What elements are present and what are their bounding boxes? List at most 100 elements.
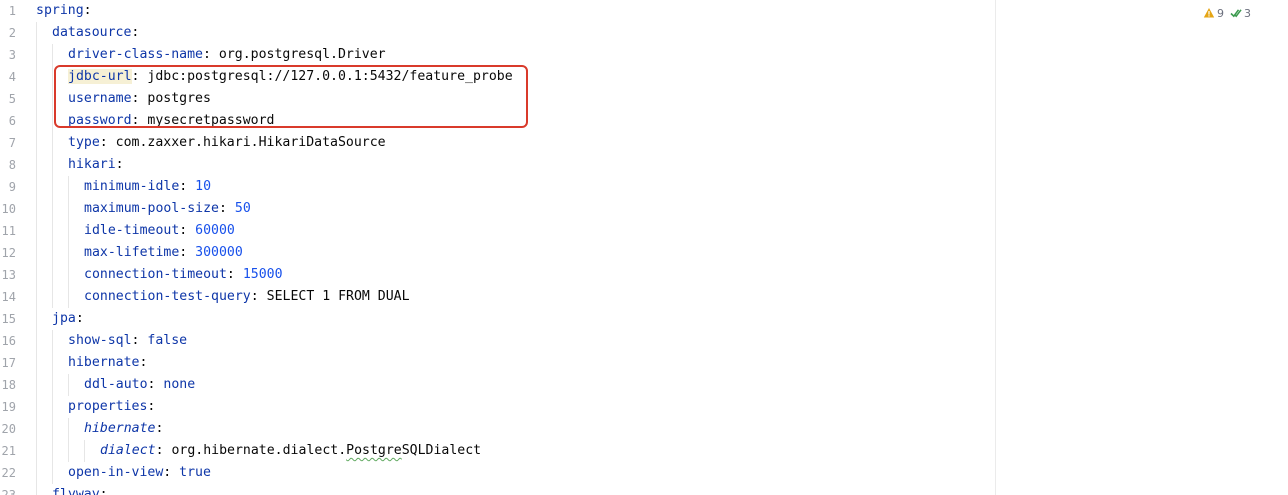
code-line[interactable]: 3 driver-class-name: org.postgresql.Drive… xyxy=(0,44,1288,66)
indent-guide xyxy=(52,88,53,110)
line-number: 14 xyxy=(1,290,16,304)
line-content[interactable]: minimum-idle: 10 xyxy=(84,176,211,198)
line-content[interactable]: type: com.zaxxer.hikari.HikariDataSource xyxy=(68,132,386,154)
line-number: 2 xyxy=(8,26,16,40)
code-line[interactable]: 7 type: com.zaxxer.hikari.HikariDataSourc… xyxy=(0,132,1288,154)
indent-guide xyxy=(52,418,53,440)
line-content[interactable]: idle-timeout: 60000 xyxy=(84,220,235,242)
yaml-separator: : xyxy=(83,3,92,18)
line-content[interactable]: max-lifetime: 300000 xyxy=(84,242,243,264)
indent-guide xyxy=(68,418,69,440)
weak-warnings-indicator[interactable]: 3 xyxy=(1230,7,1251,20)
indent-guide xyxy=(36,418,37,440)
yaml-key: hibernate xyxy=(68,355,140,370)
yaml-key: connection-test-query xyxy=(84,289,251,304)
line-content[interactable]: dialect: org.hibernate.dialect.PostgreSQ… xyxy=(100,440,481,462)
line-content[interactable]: hikari: xyxy=(68,154,124,176)
line-content[interactable]: connection-test-query: SELECT 1 FROM DUA… xyxy=(84,286,410,308)
weak-warnings-count: 3 xyxy=(1244,6,1251,20)
code-line[interactable]: 19 properties: xyxy=(0,396,1288,418)
line-content[interactable]: hibernate: xyxy=(68,352,147,374)
yaml-key: ddl-auto xyxy=(84,377,148,392)
yaml-key: open-in-view xyxy=(68,465,164,480)
yaml-separator: : xyxy=(99,487,108,495)
yaml-key: dialect xyxy=(100,443,156,458)
code-line[interactable]: 20 hibernate: xyxy=(0,418,1288,440)
code-area[interactable]: 1 spring: 2 datasource: 3 driver-class-name: … xyxy=(0,0,1288,495)
line-content[interactable]: flyway: xyxy=(52,484,108,495)
line-number: 20 xyxy=(1,422,16,436)
code-editor[interactable]: 1 spring: 2 datasource: 3 driver-class-name: … xyxy=(0,0,1288,495)
indent-guide xyxy=(36,286,37,308)
line-number: 6 xyxy=(8,114,16,128)
code-line[interactable]: 2 datasource: xyxy=(0,22,1288,44)
line-content[interactable]: password: mysecretpassword xyxy=(68,110,274,132)
warnings-indicator[interactable]: 9 xyxy=(1203,7,1224,20)
yaml-separator: : xyxy=(155,443,172,458)
line-content[interactable]: open-in-view: true xyxy=(68,462,211,484)
line-content[interactable]: ddl-auto: none xyxy=(84,374,195,396)
yaml-separator: : xyxy=(179,223,196,238)
code-line[interactable]: 4 jdbc-url: jdbc:postgresql://127.0.0.1:5… xyxy=(0,66,1288,88)
indent-guide xyxy=(36,352,37,374)
yaml-value: postgres xyxy=(147,91,211,106)
code-line[interactable]: 13 connection-timeout: 15000 xyxy=(0,264,1288,286)
code-line[interactable]: 5 username: postgres xyxy=(0,88,1288,110)
line-number: 8 xyxy=(8,158,16,172)
yaml-separator: : xyxy=(115,157,124,172)
yaml-separator: : xyxy=(131,91,148,106)
indent-guide xyxy=(36,132,37,154)
code-line[interactable]: 18 ddl-auto: none xyxy=(0,374,1288,396)
code-line[interactable]: 15 jpa: xyxy=(0,308,1288,330)
inspection-widget[interactable]: 9 3 xyxy=(1203,4,1251,22)
line-content[interactable]: spring: xyxy=(36,0,92,22)
code-line[interactable]: 16 show-sql: false xyxy=(0,330,1288,352)
indent-guide xyxy=(52,396,53,418)
code-line[interactable]: 11 idle-timeout: 60000 xyxy=(0,220,1288,242)
yaml-separator: : xyxy=(202,47,219,62)
yaml-key: jdbc-url xyxy=(68,69,132,84)
line-number: 21 xyxy=(1,444,16,458)
line-content[interactable]: hibernate: xyxy=(84,418,163,440)
line-number: 15 xyxy=(1,312,16,326)
line-content[interactable]: maximum-pool-size: 50 xyxy=(84,198,251,220)
indent-guide xyxy=(36,264,37,286)
line-content[interactable]: jdbc-url: jdbc:postgresql://127.0.0.1:54… xyxy=(68,66,513,88)
code-line[interactable]: 12 max-lifetime: 300000 xyxy=(0,242,1288,264)
line-number: 13 xyxy=(1,268,16,282)
line-content[interactable]: connection-timeout: 15000 xyxy=(84,264,283,286)
line-content[interactable]: properties: xyxy=(68,396,155,418)
yaml-separator: : xyxy=(179,245,196,260)
line-content[interactable]: show-sql: false xyxy=(68,330,187,352)
code-line[interactable]: 9 minimum-idle: 10 xyxy=(0,176,1288,198)
code-line[interactable]: 23 flyway: xyxy=(0,484,1288,495)
yaml-key: show-sql xyxy=(68,333,132,348)
line-content[interactable]: driver-class-name: org.postgresql.Driver xyxy=(68,44,386,66)
indent-guide xyxy=(52,220,53,242)
warning-icon xyxy=(1203,8,1215,18)
code-line[interactable]: 14 connection-test-query: SELECT 1 FROM D… xyxy=(0,286,1288,308)
line-number: 1 xyxy=(8,4,16,18)
code-line[interactable]: 6 password: mysecretpassword xyxy=(0,110,1288,132)
yaml-key: properties xyxy=(68,399,148,414)
code-line[interactable]: 22 open-in-view: true xyxy=(0,462,1288,484)
yaml-key: idle-timeout xyxy=(84,223,180,238)
yaml-separator: : xyxy=(250,289,267,304)
line-content[interactable]: jpa: xyxy=(52,308,84,330)
code-line[interactable]: 1 spring: xyxy=(0,0,1288,22)
double-check-icon xyxy=(1230,9,1242,18)
code-line[interactable]: 8 hikari: xyxy=(0,154,1288,176)
yaml-key: connection-timeout xyxy=(84,267,227,282)
yaml-separator: : xyxy=(226,267,243,282)
yaml-separator: : xyxy=(131,333,148,348)
code-line[interactable]: 21 dialect: org.hibernate.dialect.Postgre… xyxy=(0,440,1288,462)
line-content[interactable]: datasource: xyxy=(52,22,139,44)
indent-guide xyxy=(36,154,37,176)
code-line[interactable]: 10 maximum-pool-size: 50 xyxy=(0,198,1288,220)
indent-guide xyxy=(52,462,53,484)
yaml-key: datasource xyxy=(52,25,132,40)
code-line[interactable]: 17 hibernate: xyxy=(0,352,1288,374)
indent-guide xyxy=(84,440,85,462)
indent-guide xyxy=(52,198,53,220)
line-content[interactable]: username: postgres xyxy=(68,88,211,110)
